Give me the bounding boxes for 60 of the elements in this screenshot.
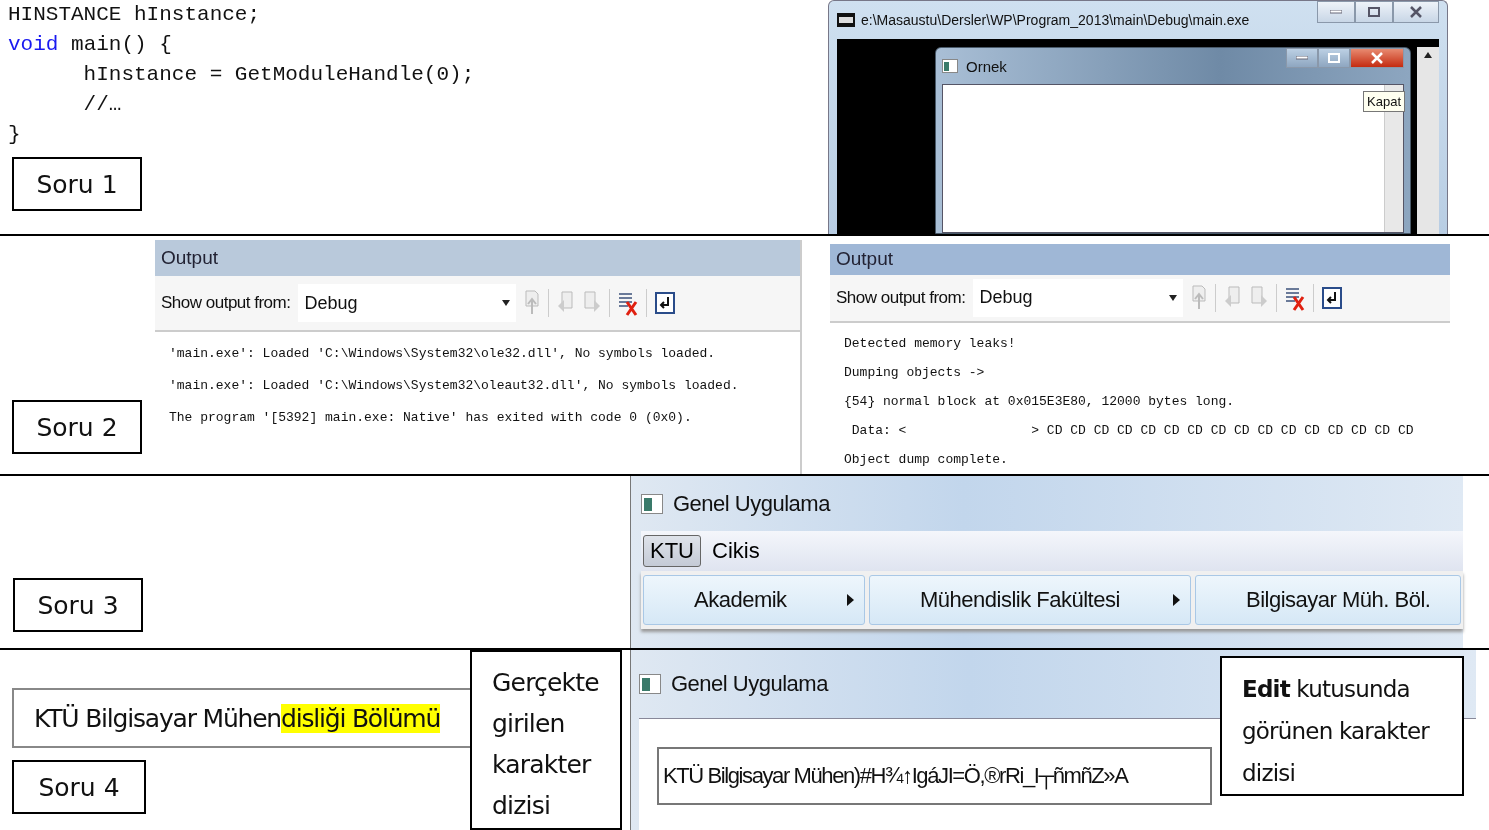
output-line: Object dump complete. xyxy=(844,451,1009,469)
submenu-item[interactable]: Mühendislik Fakültesi xyxy=(869,575,1191,625)
window-title: Genel Uygulama xyxy=(671,671,828,697)
code-line: //… xyxy=(82,92,123,118)
scroll-up-icon[interactable] xyxy=(1423,51,1433,59)
close-icon xyxy=(1409,6,1423,18)
maximize-icon xyxy=(1368,7,1380,17)
submenu-item[interactable]: Akademik xyxy=(643,575,865,625)
app-icon xyxy=(942,59,958,73)
dropdown-caret-icon[interactable] xyxy=(502,300,511,306)
show-output-label: Show output from: xyxy=(161,293,291,313)
submenu-arrow-icon xyxy=(1173,594,1180,606)
maximize-button[interactable] xyxy=(1355,1,1393,23)
minimize-icon xyxy=(1296,56,1308,60)
note-text: Gerçekte girilen karakter dizisi xyxy=(470,650,622,830)
typed-text: KTÜ Bilgisayar Mühendisliği Bölümü xyxy=(12,688,470,748)
close-button[interactable] xyxy=(1393,1,1439,23)
panel-title: Output xyxy=(830,244,1450,275)
output-line: {54} normal block at 0x015E3E80, 12000 bytes long. xyxy=(844,393,1236,411)
question-label: Soru 3 xyxy=(13,578,143,632)
output-source-dropdown[interactable]: Debug xyxy=(298,284,517,322)
close-icon xyxy=(1370,52,1384,64)
show-output-label: Show output from: xyxy=(836,287,966,308)
app-icon xyxy=(639,674,661,694)
word-wrap-icon[interactable] xyxy=(1322,286,1343,309)
window-title: e:\Masaustu\Dersler\WP\Program_2013\main\Debug\main.exe xyxy=(861,12,1250,28)
menu-item[interactable]: Cikis xyxy=(705,535,767,567)
maximize-icon xyxy=(1328,53,1340,63)
panel-title: Output xyxy=(155,240,800,276)
code-line: void main() { xyxy=(8,32,173,58)
question-label: Soru 4 xyxy=(12,760,146,814)
close-button[interactable] xyxy=(1350,48,1404,68)
code-line: HINSTANCE hInstance; xyxy=(8,2,262,28)
submenu-arrow-icon xyxy=(847,594,854,606)
code-line: } xyxy=(8,122,22,148)
window-title: Ornek xyxy=(966,57,1007,75)
clear-all-icon[interactable] xyxy=(618,290,639,316)
minimize-icon xyxy=(1330,10,1342,14)
output-line: 'main.exe': Loaded 'C:\Windows\System32\oleaut32.dll', No symbols loaded. xyxy=(169,377,740,395)
output-line: 'main.exe': Loaded 'C:\Windows\System32\ole32.dll', No symbols loaded. xyxy=(169,345,717,363)
output-source-dropdown[interactable]: Debug xyxy=(973,278,1184,317)
question-label: Soru 1 xyxy=(12,157,142,211)
question-label: Soru 2 xyxy=(12,400,142,454)
output-line: Detected memory leaks! xyxy=(844,335,1017,353)
maximize-button[interactable] xyxy=(1318,48,1350,68)
window-title: Genel Uygulama xyxy=(673,490,830,517)
edit-field[interactable]: KTÜ Bilgisayar Mühen)#H¾↑IgáJI=Ö,®rRi_I┬ñmñZ»A xyxy=(657,747,1212,805)
output-line: Dumping objects -> xyxy=(844,364,986,382)
scrollbar[interactable] xyxy=(1417,47,1439,234)
tooltip: Kapat xyxy=(1363,91,1405,112)
code-line: hInstance = GetModuleHandle(0); xyxy=(82,62,476,88)
submenu-item[interactable]: Bilgisayar Müh. Böl. xyxy=(1195,575,1461,625)
dropdown-caret-icon[interactable] xyxy=(1169,294,1178,301)
word-wrap-icon[interactable] xyxy=(655,292,676,314)
output-line: Data: < > CD CD CD CD CD CD CD CD CD CD CD CD CD CD CD CD xyxy=(850,422,1415,440)
menu-item[interactable]: KTU xyxy=(643,535,701,567)
output-line: The program '[5392] main.exe: Native' has exited with code 0 (0x0). xyxy=(169,409,693,427)
app-icon xyxy=(641,493,663,514)
note-text: Edit kutusunda görünen karakter dizisi xyxy=(1220,656,1464,796)
console-icon xyxy=(837,13,855,27)
